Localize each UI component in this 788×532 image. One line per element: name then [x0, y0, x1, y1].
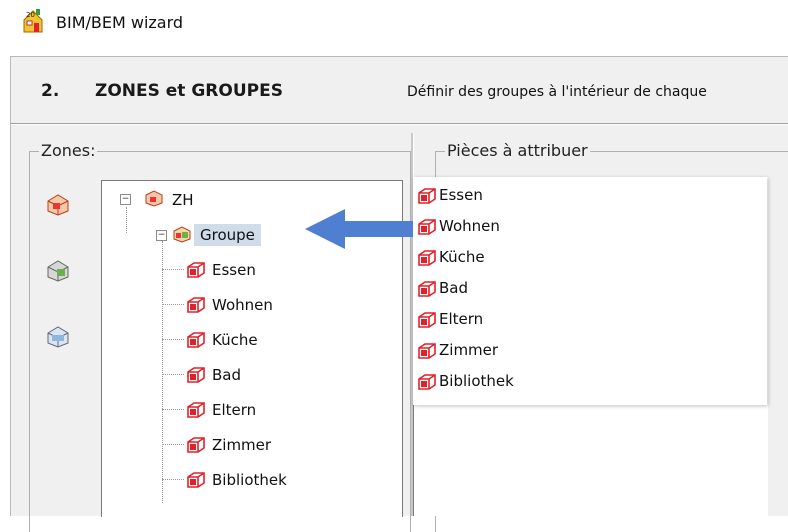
room-icon — [187, 332, 205, 348]
tree-room-label: Eltern — [212, 401, 257, 419]
room-icon — [418, 374, 436, 390]
pieces-legend: Pièces à attribuer — [445, 141, 590, 160]
tree-room-label: Zimmer — [212, 436, 272, 454]
app-wizard-icon: 20 — [23, 9, 43, 33]
tree-room-node[interactable]: Küche — [186, 329, 386, 353]
step-title: ZONES et GROUPES — [95, 81, 283, 101]
step-header: 2. ZONES et GROUPES Définir des groupes … — [11, 57, 788, 117]
room-icon — [187, 262, 205, 278]
list-item-label: Bibliothek — [439, 372, 514, 390]
tree-room-node[interactable]: Essen — [186, 259, 386, 283]
step-number: 2. — [41, 81, 60, 101]
tree-zone-label: ZH — [172, 191, 194, 209]
tree-room-label: Bad — [212, 366, 242, 384]
tree-connector — [162, 304, 184, 305]
list-item-label: Essen — [439, 186, 483, 204]
room-icon — [187, 297, 205, 313]
room-icon — [418, 343, 436, 359]
room-icon — [187, 472, 205, 488]
tree-connector — [162, 269, 184, 270]
collapse-icon[interactable]: − — [120, 194, 131, 205]
drag-arrow-icon — [305, 209, 413, 249]
list-item-label: Bad — [439, 279, 469, 297]
collapse-icon[interactable]: − — [156, 230, 167, 241]
add-group-icon[interactable] — [44, 257, 72, 283]
room-icon — [418, 188, 436, 204]
tree-room-label: Küche — [212, 331, 258, 349]
step-description: Définir des groupes à l'intérieur de cha… — [407, 84, 707, 100]
list-item-label: Wohnen — [439, 217, 500, 235]
svg-text:20: 20 — [26, 11, 35, 19]
tree-room-label: Wohnen — [212, 296, 273, 314]
wizard-dialog: 2. ZONES et GROUPES Définir des groupes … — [10, 56, 788, 532]
window-title: BIM/BEM wizard — [56, 13, 184, 32]
room-icon — [187, 402, 205, 418]
list-item-label: Eltern — [439, 310, 484, 328]
list-item-label: Küche — [439, 248, 485, 266]
tree-room-node[interactable]: Wohnen — [186, 294, 386, 318]
tree-room-label: Essen — [212, 261, 256, 279]
tree-room-label: Bibliothek — [212, 471, 287, 489]
tree-room-node[interactable]: Bibliothek — [186, 469, 386, 493]
add-room-icon[interactable] — [44, 323, 72, 349]
add-zone-icon[interactable] — [44, 191, 72, 217]
room-icon — [187, 437, 205, 453]
room-icon — [418, 312, 436, 328]
tree-room-node[interactable]: Eltern — [186, 399, 386, 423]
pieces-list[interactable]: Essen Wohnen Küche Bad Eltern Zimmer Bib… — [413, 177, 767, 405]
tree-connector — [162, 409, 184, 410]
tree-connector — [162, 479, 184, 480]
room-icon — [187, 367, 205, 383]
room-icon — [418, 219, 436, 235]
tree-group-label[interactable]: Groupe — [194, 224, 261, 246]
tree-room-node[interactable]: Zimmer — [186, 434, 386, 458]
title-bar: 20 BIM/BEM wizard — [0, 0, 788, 44]
room-icon — [418, 281, 436, 297]
group-icon — [173, 226, 191, 243]
list-item-label: Zimmer — [439, 341, 499, 359]
tree-connector — [162, 374, 184, 375]
zone-icon — [145, 190, 163, 207]
header-separator-highlight — [11, 124, 788, 125]
room-icon — [418, 250, 436, 266]
tree-connector — [162, 444, 184, 445]
tree-room-node[interactable]: Bad — [186, 364, 386, 388]
tree-connector — [162, 339, 184, 340]
tree-zone-node[interactable]: − ZH — [120, 189, 320, 213]
zones-legend: Zones: — [39, 141, 98, 160]
tree-connector — [162, 241, 163, 503]
